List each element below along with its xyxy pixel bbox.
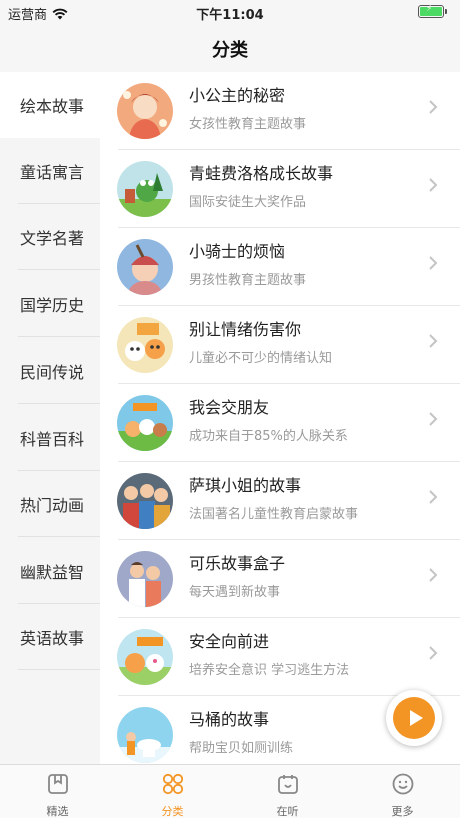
list-item[interactable]: 别让情绪伤害你 儿童必不可少的情绪认知: [100, 306, 460, 384]
story-subtitle: 法国著名儿童性教育启蒙故事: [189, 507, 359, 522]
story-title: 萨琪小姐的故事: [189, 476, 302, 495]
story-title: 别让情绪伤害你: [189, 320, 302, 339]
story-list: 小公主的秘密 女孩性教育主题故事 青蛙费洛格成长故事 国际安徒生大奖作品 小骑士…: [100, 72, 460, 764]
category-icon: [162, 773, 184, 795]
princess-cover: [117, 83, 173, 139]
story-title: 我会交朋友: [189, 398, 270, 417]
cola-cover: [117, 551, 173, 607]
chevron-right-icon: [429, 256, 438, 270]
chevron-right-icon: [429, 100, 438, 114]
sidebar-item-label: 绘本故事: [20, 97, 85, 116]
sidebar-item-label: 英语故事: [20, 629, 85, 648]
clock: 下午11:04: [196, 8, 264, 23]
battery-charging-icon: [418, 4, 447, 18]
tab-bar: 精选 分类 在听 更多: [0, 764, 460, 818]
page-title: 分类: [212, 40, 248, 61]
sidebar-item-label: 热门动画: [20, 496, 85, 515]
divider: [18, 336, 100, 337]
toilet-cover: [117, 707, 173, 763]
sidebar-item-label: 民间传说: [20, 363, 85, 382]
knight-cover: [117, 239, 173, 295]
list-item[interactable]: 我会交朋友 成功来自于85%的人脉关系: [100, 384, 460, 462]
story-subtitle: 每天遇到新故事: [189, 585, 281, 600]
list-item[interactable]: 小公主的秘密 女孩性教育主题故事: [100, 72, 460, 150]
navigation-bar: 分类: [0, 24, 460, 72]
story-subtitle: 国际安徒生大奖作品: [189, 195, 307, 210]
story-subtitle: 帮助宝贝如厕训练: [189, 741, 294, 756]
chevron-right-icon: [429, 178, 438, 192]
sidebar-item-picture-books[interactable]: 绘本故事: [0, 72, 100, 138]
tab-label: 精选: [46, 805, 69, 818]
story-title: 可乐故事盒子: [189, 554, 286, 573]
chevron-right-icon: [429, 490, 438, 504]
sidebar-item-label: 文学名著: [20, 229, 85, 248]
story-title: 青蛙费洛格成长故事: [189, 164, 334, 183]
chevron-right-icon: [429, 646, 438, 660]
sidebar-item-english[interactable]: 英语故事: [0, 604, 100, 670]
emotion-cover: [117, 317, 173, 373]
frog-cover: [117, 161, 173, 217]
tab-label: 在听: [276, 805, 299, 818]
tab-featured[interactable]: 精选: [0, 765, 115, 818]
tab-label: 分类: [161, 805, 184, 818]
sidebar-item-folklore[interactable]: 民间传说: [0, 338, 100, 404]
safety-cover: [117, 629, 173, 685]
divider: [18, 403, 100, 404]
list-item[interactable]: 青蛙费洛格成长故事 国际安徒生大奖作品: [100, 150, 460, 228]
sidebar-item-label: 科普百科: [20, 430, 85, 449]
story-title: 马桶的故事: [189, 710, 270, 729]
sidebar-item-fairy-tales[interactable]: 童话寓言: [0, 138, 100, 204]
chevron-right-icon: [429, 334, 438, 348]
divider: [18, 269, 100, 270]
chevron-right-icon: [429, 412, 438, 426]
tab-listening[interactable]: 在听: [230, 765, 345, 818]
chevron-right-icon: [429, 568, 438, 582]
divider: [18, 536, 100, 537]
sidebar-item-classics[interactable]: 文学名著: [0, 204, 100, 270]
list-item[interactable]: 安全向前进 培养安全意识 学习逃生方法: [100, 618, 460, 696]
now-playing-button[interactable]: [386, 690, 442, 746]
featured-icon: [48, 774, 68, 794]
more-icon: [392, 773, 414, 795]
status-bar: 运营商 下午11:04: [0, 0, 460, 24]
story-subtitle: 男孩性教育主题故事: [189, 273, 307, 288]
tab-more[interactable]: 更多: [345, 765, 460, 818]
list-item[interactable]: 小骑士的烦恼 男孩性教育主题故事: [100, 228, 460, 306]
story-subtitle: 成功来自于85%的人脉关系: [189, 429, 348, 444]
sidebar-item-label: 童话寓言: [20, 163, 85, 182]
sidebar-item-animation[interactable]: 热门动画: [0, 471, 100, 537]
story-subtitle: 儿童必不可少的情绪认知: [189, 351, 333, 366]
miss-saqi-cover: [117, 473, 173, 529]
sidebar-item-label: 幽默益智: [20, 563, 85, 582]
play-icon: [410, 710, 423, 726]
story-subtitle: 女孩性教育主题故事: [189, 117, 307, 132]
listening-icon: [278, 775, 298, 794]
divider: [18, 669, 100, 670]
list-item[interactable]: 可乐故事盒子 每天遇到新故事: [100, 540, 460, 618]
story-subtitle: 培养安全意识 学习逃生方法: [189, 663, 350, 678]
story-title: 小骑士的烦恼: [189, 242, 286, 261]
tab-label: 更多: [391, 805, 414, 818]
tab-category[interactable]: 分类: [115, 765, 230, 818]
sidebar-item-humor[interactable]: 幽默益智: [0, 538, 100, 604]
story-title: 小公主的秘密: [189, 86, 286, 105]
list-item[interactable]: 萨琪小姐的故事 法国著名儿童性教育启蒙故事: [100, 462, 460, 540]
sidebar-item-label: 国学历史: [20, 296, 85, 315]
story-title: 安全向前进: [189, 632, 270, 651]
sidebar-item-history[interactable]: 国学历史: [0, 271, 100, 337]
friends-cover: [117, 395, 173, 451]
category-sidebar: 绘本故事 童话寓言 文学名著 国学历史 民间传说 科普百科 热门动画 幽默益智 …: [0, 72, 100, 764]
sidebar-item-science[interactable]: 科普百科: [0, 405, 100, 471]
